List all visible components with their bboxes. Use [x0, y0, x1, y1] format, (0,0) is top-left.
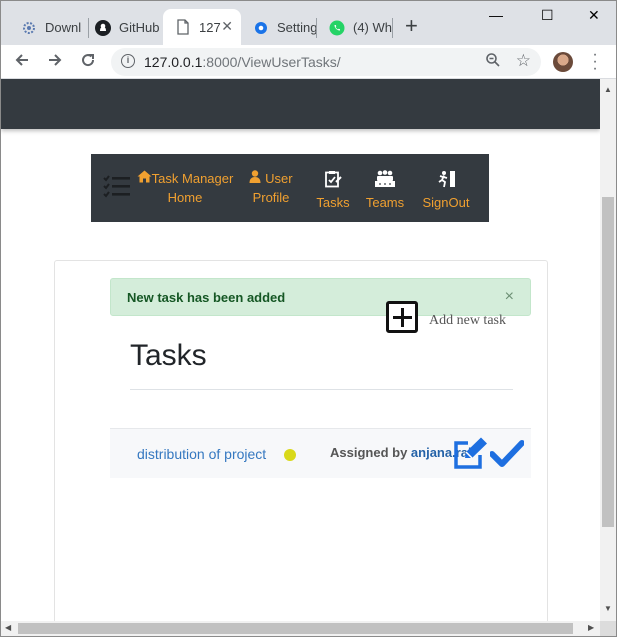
vertical-scrollbar[interactable]: ▲ ▼	[600, 79, 616, 621]
tab-strip: Downl GitHub 127 ✕ Setting (4) Wh + — ☐ …	[1, 1, 616, 45]
close-window-button[interactable]: ✕	[588, 7, 600, 24]
nav-tasks[interactable]: Tasks	[313, 170, 353, 212]
close-tab-icon[interactable]: ✕	[221, 18, 233, 35]
scroll-down-arrow-icon[interactable]: ▼	[604, 604, 612, 613]
nav-home[interactable]: Task Manager Home	[135, 169, 235, 207]
url-text[interactable]: 127.0.0.1:8000/ViewUserTasks/	[144, 54, 341, 70]
task-name-link[interactable]: distribution of project	[137, 446, 266, 462]
scroll-right-arrow-icon[interactable]: ▶	[588, 623, 594, 632]
tab-separator	[392, 18, 393, 38]
github-icon	[95, 19, 111, 36]
nav-teams-label: Teams	[365, 195, 405, 210]
task-status-dot	[284, 449, 296, 461]
zoom-icon[interactable]	[485, 52, 501, 72]
nav-user-line1: User	[265, 171, 293, 186]
whatsapp-icon	[329, 20, 345, 36]
signout-icon	[435, 170, 457, 193]
download-gear-icon	[21, 20, 37, 36]
menu-dots-icon[interactable]: · · ·	[591, 47, 599, 77]
minimize-button[interactable]: —	[489, 7, 503, 23]
tab-label: Setting	[277, 20, 317, 35]
tab-label: 127	[199, 19, 221, 35]
success-alert: New task has been added ×	[110, 278, 531, 316]
task-assigned: Assigned by anjana.rai	[330, 445, 472, 460]
browser-window: Downl GitHub 127 ✕ Setting (4) Wh + — ☐ …	[0, 0, 617, 637]
scrollbar-corner	[600, 621, 616, 636]
horizontal-scrollbar[interactable]: ◀ ▶	[1, 621, 600, 636]
title-divider	[130, 389, 513, 390]
back-arrow-icon[interactable]	[13, 51, 31, 74]
nav-signout-label: SignOut	[422, 195, 470, 210]
nav-teams[interactable]: Teams	[363, 170, 407, 212]
add-task-label[interactable]: Add new task	[429, 313, 506, 329]
user-icon	[249, 169, 261, 188]
scroll-up-arrow-icon[interactable]: ▲	[604, 85, 612, 94]
nav-user-profile[interactable]: User Profile	[245, 169, 297, 207]
vertical-scroll-thumb[interactable]	[602, 197, 614, 527]
nav-signout[interactable]: SignOut	[419, 170, 473, 212]
reload-icon[interactable]	[79, 51, 97, 74]
home-icon	[137, 169, 152, 188]
browser-toolbar: i 127.0.0.1:8000/ViewUserTasks/ ☆ · · ·	[1, 45, 616, 79]
maximize-button[interactable]: ☐	[541, 7, 554, 24]
tab-whatsapp[interactable]: (4) Wh	[317, 10, 393, 45]
new-tab-button[interactable]: +	[405, 15, 418, 37]
info-icon[interactable]: i	[121, 54, 135, 68]
alert-close-button[interactable]: ×	[505, 288, 514, 306]
nav-home-line2: Home	[167, 190, 203, 205]
add-task-plus-icon[interactable]	[386, 301, 418, 333]
nav-home-line1: Task Manager	[151, 171, 234, 186]
page-title: Tasks	[130, 339, 207, 372]
tab-label: Downl	[45, 20, 82, 35]
top-header-bar	[1, 79, 600, 129]
nav-tasks-label: Tasks	[316, 195, 350, 210]
bookmark-star-icon[interactable]: ☆	[516, 51, 531, 71]
scroll-left-arrow-icon[interactable]: ◀	[5, 623, 11, 632]
tasks-card: New task has been added × Add new task T…	[54, 260, 548, 621]
page-viewport: Task Manager Home User Profile Tasks Tea…	[1, 79, 601, 621]
tab-active-localhost[interactable]: 127 ✕	[163, 9, 241, 45]
tab-settings[interactable]: Setting	[241, 10, 317, 45]
tab-github[interactable]: GitHub	[83, 10, 163, 45]
address-bar[interactable]: i 127.0.0.1:8000/ViewUserTasks/ ☆	[111, 48, 541, 76]
tab-downloads[interactable]: Downl	[9, 10, 89, 45]
complete-task-check-icon[interactable]	[489, 439, 525, 469]
task-list-icon	[103, 174, 131, 205]
avatar[interactable]	[553, 52, 573, 72]
settings-gear-icon	[253, 20, 269, 36]
horizontal-scroll-thumb[interactable]	[18, 623, 573, 634]
alert-message: New task has been added	[127, 290, 286, 305]
team-icon	[374, 170, 396, 193]
forward-arrow-icon[interactable]	[46, 51, 64, 74]
app-navbar: Task Manager Home User Profile Tasks Tea…	[91, 154, 489, 222]
tab-label: GitHub	[119, 20, 160, 35]
nav-user-line2: Profile	[252, 190, 290, 205]
tab-label: (4) Wh	[353, 20, 392, 35]
page-icon	[175, 19, 191, 35]
task-clipboard-icon	[324, 170, 342, 193]
edit-task-icon[interactable]	[452, 437, 488, 471]
task-row: distribution of project Assigned by anja…	[110, 428, 531, 478]
